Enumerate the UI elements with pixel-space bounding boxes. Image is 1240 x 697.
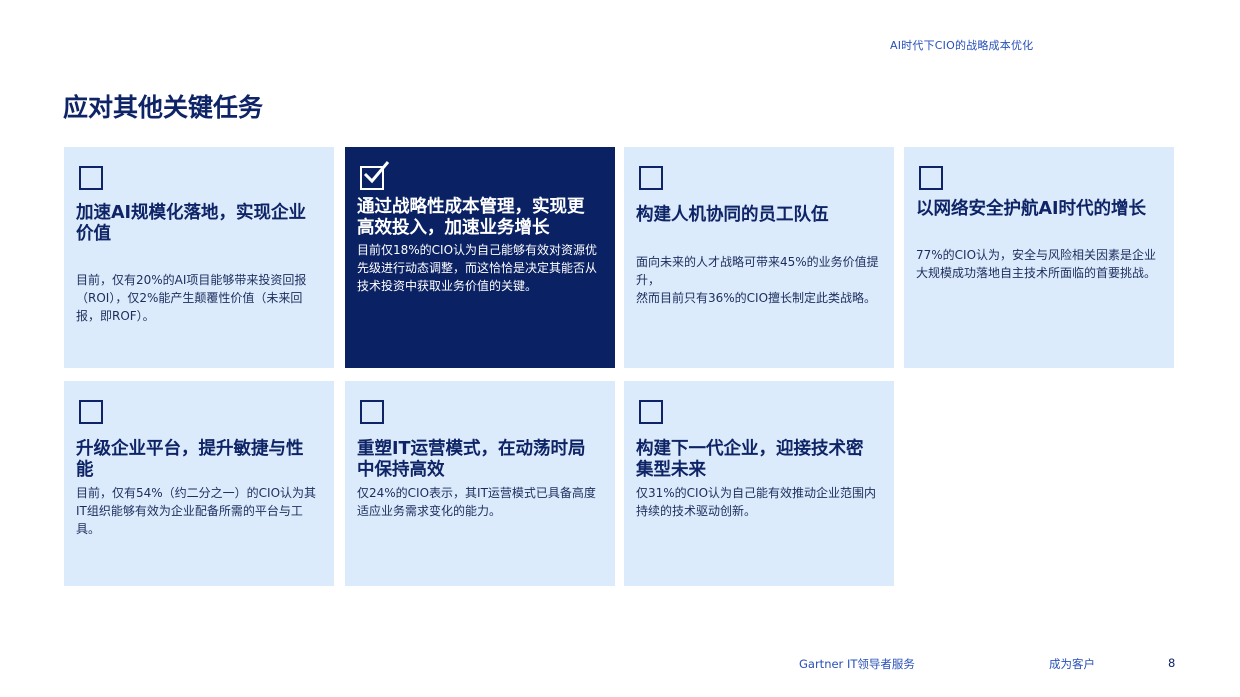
checkbox-icon[interactable] xyxy=(639,400,663,424)
card-body: 仅24%的CIO表示，其IT运营模式已具备高度适应业务需求变化的能力。 xyxy=(357,486,596,518)
page-title: 应对其他关键任务 xyxy=(63,93,264,122)
footer-brand-link[interactable]: Gartner IT领导者服务 xyxy=(799,656,915,672)
task-card-ai-scaling[interactable]: 加速AI规模化落地，实现企业价值 目前，仅有20%的AI项目能够带来投资回报（R… xyxy=(64,147,334,368)
task-card-next-gen-enterprise[interactable]: 构建下一代企业，迎接技术密集型未来 仅31%的CIO认为自己能有效推动企业范围内… xyxy=(624,381,894,586)
card-title: 以网络安全护航AI时代的增长 xyxy=(916,199,1147,219)
task-card-strategic-cost[interactable]: 通过战略性成本管理，实现更高效投入，加速业务增长 目前仅18%的CIO认为自己能… xyxy=(345,147,615,368)
card-title: 升级企业平台，提升敏捷与性能 xyxy=(76,439,304,480)
card-title: 通过战略性成本管理，实现更高效投入，加速业务增长 xyxy=(357,197,585,238)
checkbox-icon[interactable] xyxy=(639,166,663,190)
card-body: 目前，仅有20%的AI项目能够带来投资回报（ROI），仅2%能产生颠覆性价值（未… xyxy=(76,273,307,323)
card-body: 目前，仅有54%（约二分之一）的CIO认为其IT组织能够有效为企业配备所需的平台… xyxy=(76,486,317,536)
task-card-it-operating-model[interactable]: 重塑IT运营模式，在动荡时局中保持高效 仅24%的CIO表示，其IT运营模式已具… xyxy=(345,381,615,586)
card-body: 目前仅18%的CIO认为自己能够有效对资源优先级进行动态调整，而这恰恰是决定其能… xyxy=(357,243,598,293)
page-number: 8 xyxy=(1168,656,1176,670)
card-body: 面向未来的人才战略可带来45%的业务价值提升， 然而目前只有36%的CIO擅长制… xyxy=(636,255,879,305)
card-title: 构建下一代企业，迎接技术密集型未来 xyxy=(636,439,864,480)
card-title: 构建人机协同的员工队伍 xyxy=(636,205,829,225)
checkbox-icon[interactable] xyxy=(360,400,384,424)
card-title: 加速AI规模化落地，实现企业价值 xyxy=(76,203,307,244)
checkbox-checked-icon[interactable] xyxy=(360,161,390,190)
become-client-link[interactable]: 成为客户 xyxy=(1049,656,1095,672)
checkbox-icon[interactable] xyxy=(79,166,103,190)
task-card-workforce[interactable]: 构建人机协同的员工队伍 面向未来的人才战略可带来45%的业务价值提升， 然而目前… xyxy=(624,147,894,368)
card-body: 77%的CIO认为，安全与风险相关因素是企业大规模成功落地自主技术所面临的首要挑… xyxy=(916,248,1157,280)
task-card-platform[interactable]: 升级企业平台，提升敏捷与性能 目前，仅有54%（约二分之一）的CIO认为其IT组… xyxy=(64,381,334,586)
checkbox-icon[interactable] xyxy=(79,400,103,424)
report-title: AI时代下CIO的战略成本优化 xyxy=(890,39,1034,52)
checkbox-icon[interactable] xyxy=(919,166,943,190)
card-title: 重塑IT运营模式，在动荡时局中保持高效 xyxy=(357,439,586,480)
card-body: 仅31%的CIO认为自己能有效推动企业范围内持续的技术驱动创新。 xyxy=(636,486,877,518)
task-card-cybersecurity[interactable]: 以网络安全护航AI时代的增长 77%的CIO认为，安全与风险相关因素是企业大规模… xyxy=(904,147,1174,368)
